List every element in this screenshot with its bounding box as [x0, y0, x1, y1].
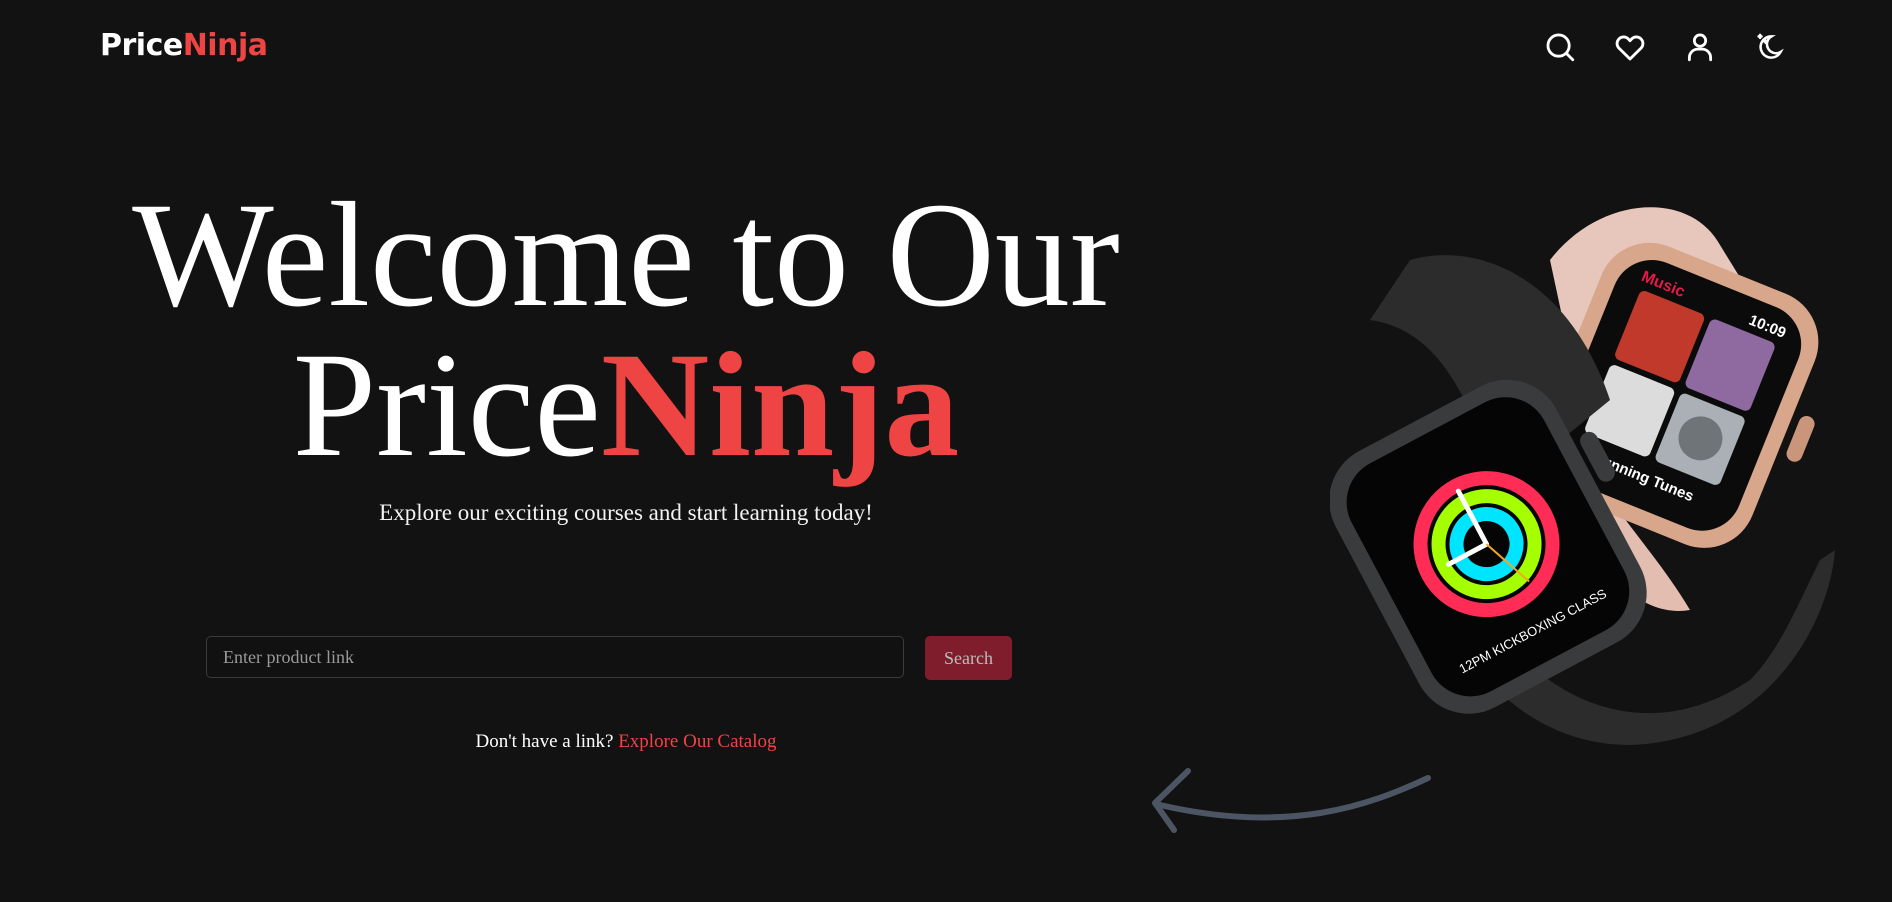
hero-title: Welcome to Our PriceNinja — [0, 180, 1252, 480]
nav-icons — [1543, 30, 1787, 64]
product-link-input[interactable] — [206, 636, 904, 678]
smartwatch-image: Music 10:09 Running Tunes 12PM KICKBOXIN… — [1330, 207, 1835, 745]
hero-title-brand-ninja: Ninja — [600, 322, 960, 488]
logo-part-price: Price — [100, 28, 183, 63]
product-search-form: Search — [206, 636, 1012, 680]
logo-part-ninja: Ninja — [182, 28, 268, 63]
logo[interactable]: PriceNinja — [100, 28, 268, 63]
search-button[interactable]: Search — [925, 636, 1012, 680]
explore-catalog-link[interactable]: Explore Our Catalog — [618, 731, 776, 752]
hero: Welcome to Our PriceNinja — [0, 180, 1252, 480]
navbar: PriceNinja — [0, 0, 1892, 100]
hero-title-brand-price: Price — [292, 322, 601, 488]
hero-subtitle: Explore our exciting courses and start l… — [379, 500, 873, 525]
search-icon[interactable] — [1543, 30, 1577, 64]
catalog-prompt: Don't have a link? Explore Our Catalog — [0, 731, 1252, 753]
moon-icon[interactable] — [1753, 30, 1787, 64]
curved-arrow-icon — [1152, 768, 1431, 833]
catalog-prompt-text: Don't have a link? — [475, 731, 614, 752]
heart-icon[interactable] — [1613, 30, 1647, 64]
user-icon[interactable] — [1683, 30, 1717, 64]
hero-title-line1: Welcome to Our — [132, 172, 1120, 338]
